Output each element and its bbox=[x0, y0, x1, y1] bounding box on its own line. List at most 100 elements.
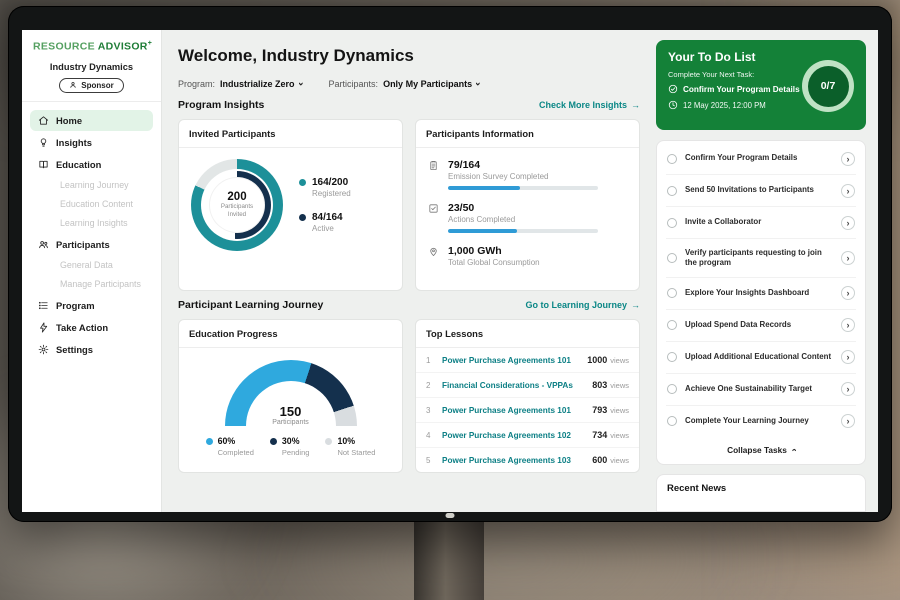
lesson-link[interactable]: Power Purchase Agreements 101 bbox=[442, 356, 579, 365]
recent-news-card: Recent News bbox=[656, 474, 866, 512]
sidebar-item-learning-insights[interactable]: Learning Insights bbox=[30, 214, 153, 233]
todo-next-task: Confirm Your Program Details bbox=[668, 84, 800, 94]
program-insights-header: Program Insights Check More Insights → bbox=[178, 99, 640, 111]
lesson-link[interactable]: Financial Considerations - VPPAs bbox=[442, 381, 584, 390]
program-label: Program: bbox=[178, 79, 215, 89]
sidebar-item-general-data[interactable]: General Data bbox=[30, 256, 153, 275]
chevron-right-icon[interactable]: › bbox=[841, 216, 855, 230]
legend-dot bbox=[299, 179, 306, 186]
task-checkbox[interactable] bbox=[667, 218, 677, 228]
lesson-row: 1 Power Purchase Agreements 101 1000view… bbox=[416, 348, 639, 373]
go-to-learning-journey-link[interactable]: Go to Learning Journey → bbox=[525, 300, 640, 310]
chevron-right-icon[interactable]: › bbox=[841, 251, 855, 265]
main-content: Welcome, Industry Dynamics Program: Indu… bbox=[162, 30, 654, 512]
lesson-row: 2 Financial Considerations - VPPAs 803vi… bbox=[416, 373, 639, 398]
legend-pending: 30% Pending bbox=[270, 436, 310, 457]
lesson-link[interactable]: Power Purchase Agreements 101 bbox=[442, 406, 584, 415]
lesson-link[interactable]: Power Purchase Agreements 102 bbox=[442, 431, 584, 440]
chevron-right-icon[interactable]: › bbox=[841, 286, 855, 300]
list-icon bbox=[38, 300, 49, 311]
lesson-link[interactable]: Power Purchase Agreements 103 bbox=[442, 456, 584, 465]
task-achieve-target[interactable]: Achieve One Sustainability Target › bbox=[666, 374, 856, 406]
participants-label: Participants: bbox=[329, 79, 379, 89]
sidebar-item-participants[interactable]: Participants bbox=[30, 234, 153, 255]
check-circle-icon bbox=[668, 84, 678, 94]
check-more-insights-link[interactable]: Check More Insights → bbox=[539, 100, 640, 110]
filter-bar: Program: Industrialize Zero › Participan… bbox=[178, 79, 640, 89]
actions-progress-bar bbox=[448, 229, 598, 233]
sidebar-item-learning-journey[interactable]: Learning Journey bbox=[30, 176, 153, 195]
actions-completed-row: 23/50 Actions Completed bbox=[428, 202, 627, 233]
program-value: Industrialize Zero bbox=[220, 79, 295, 89]
task-upload-spend-data[interactable]: Upload Spend Data Records › bbox=[666, 310, 856, 342]
task-checkbox[interactable] bbox=[667, 384, 677, 394]
sidebar-item-program[interactable]: Program bbox=[30, 295, 153, 316]
sidebar-item-home[interactable]: Home bbox=[30, 110, 153, 131]
todo-progress-ring: 0/7 bbox=[802, 60, 854, 112]
chevron-right-icon[interactable]: › bbox=[841, 414, 855, 428]
resource-advisor-logo: RESOURCE ADVISOR+ bbox=[30, 40, 153, 53]
arrow-right-icon: → bbox=[631, 300, 640, 310]
task-send-invitations[interactable]: Send 50 Invitations to Participants › bbox=[666, 175, 856, 207]
legend-registered: 164/200 Registered bbox=[299, 177, 351, 198]
task-checkbox[interactable] bbox=[667, 154, 677, 164]
participants-select[interactable]: Participants: Only My Participants › bbox=[329, 79, 481, 89]
todo-progress-value: 0/7 bbox=[808, 66, 849, 107]
chevron-right-icon[interactable]: › bbox=[841, 382, 855, 396]
sponsor-badge[interactable]: Sponsor bbox=[59, 78, 123, 93]
task-checkbox[interactable] bbox=[667, 352, 677, 362]
emission-survey-row: 79/164 Emission Survey Completed bbox=[428, 159, 627, 190]
invited-legend: 164/200 Registered 84/164 Active bbox=[299, 177, 351, 233]
organization-name: Industry Dynamics bbox=[30, 62, 153, 72]
task-checkbox[interactable] bbox=[667, 416, 677, 426]
task-confirm-program[interactable]: Confirm Your Program Details › bbox=[666, 143, 856, 175]
sidebar-item-insights[interactable]: Insights bbox=[30, 132, 153, 153]
invited-donut-chart: 200 Participants Invited bbox=[191, 159, 283, 251]
legend-dot bbox=[206, 438, 213, 445]
task-upload-educational-content[interactable]: Upload Additional Educational Content › bbox=[666, 342, 856, 374]
todo-panel: Your To Do List Complete Your Next Task:… bbox=[654, 30, 878, 512]
check-square-icon bbox=[428, 203, 439, 214]
invited-participants-card: Invited Participants 200 Participants In… bbox=[178, 119, 403, 291]
task-verify-participants[interactable]: Verify participants requesting to join t… bbox=[666, 239, 856, 278]
collapse-tasks-button[interactable]: Collapse Tasks › bbox=[666, 437, 856, 462]
task-checkbox[interactable] bbox=[667, 288, 677, 298]
lesson-row: 4 Power Purchase Agreements 102 734views bbox=[416, 423, 639, 448]
learning-journey-title: Participant Learning Journey bbox=[178, 299, 323, 311]
sidebar-item-take-action[interactable]: Take Action bbox=[30, 317, 153, 338]
consumption-row: 1,000 GWh Total Global Consumption bbox=[428, 245, 627, 272]
task-checkbox[interactable] bbox=[667, 320, 677, 330]
chevron-right-icon[interactable]: › bbox=[841, 152, 855, 166]
monitor-brand-dot bbox=[446, 513, 455, 518]
education-center-label: Participants bbox=[225, 419, 357, 426]
app-window: RESOURCE ADVISOR+ Industry Dynamics Spon… bbox=[22, 30, 878, 512]
legend-active: 84/164 Active bbox=[299, 212, 351, 233]
sidebar-item-manage-participants[interactable]: Manage Participants bbox=[30, 275, 153, 294]
legend-dot bbox=[325, 438, 332, 445]
legend-completed: 60% Completed bbox=[206, 436, 254, 457]
sidebar-item-education-content[interactable]: Education Content bbox=[30, 195, 153, 214]
program-select[interactable]: Program: Industrialize Zero › bbox=[178, 79, 303, 89]
monitor-stand bbox=[414, 518, 484, 600]
learning-journey-header: Participant Learning Journey Go to Learn… bbox=[178, 299, 640, 311]
sponsor-badge-label: Sponsor bbox=[81, 81, 113, 90]
legend-not-started: 10% Not Started bbox=[325, 436, 375, 457]
gear-icon bbox=[38, 344, 49, 355]
task-checkbox[interactable] bbox=[667, 186, 677, 196]
program-insights-title: Program Insights bbox=[178, 99, 264, 111]
sidebar-divider bbox=[22, 101, 161, 102]
task-explore-insights[interactable]: Explore Your Insights Dashboard › bbox=[666, 278, 856, 310]
sidebar: RESOURCE ADVISOR+ Industry Dynamics Spon… bbox=[22, 30, 162, 512]
arrow-right-icon: → bbox=[631, 100, 640, 110]
task-complete-learning-journey[interactable]: Complete Your Learning Journey › bbox=[666, 406, 856, 437]
learning-cards-row: Education Progress 150 Participants bbox=[178, 319, 640, 473]
sidebar-item-education[interactable]: Education bbox=[30, 154, 153, 175]
task-checkbox[interactable] bbox=[667, 253, 677, 263]
chevron-right-icon[interactable]: › bbox=[841, 318, 855, 332]
chevron-down-icon: › bbox=[296, 82, 306, 86]
chevron-right-icon[interactable]: › bbox=[841, 184, 855, 198]
chevron-right-icon[interactable]: › bbox=[841, 350, 855, 364]
sidebar-item-settings[interactable]: Settings bbox=[30, 339, 153, 360]
photo-background: RESOURCE ADVISOR+ Industry Dynamics Spon… bbox=[0, 0, 900, 600]
task-invite-collaborator[interactable]: Invite a Collaborator › bbox=[666, 207, 856, 239]
